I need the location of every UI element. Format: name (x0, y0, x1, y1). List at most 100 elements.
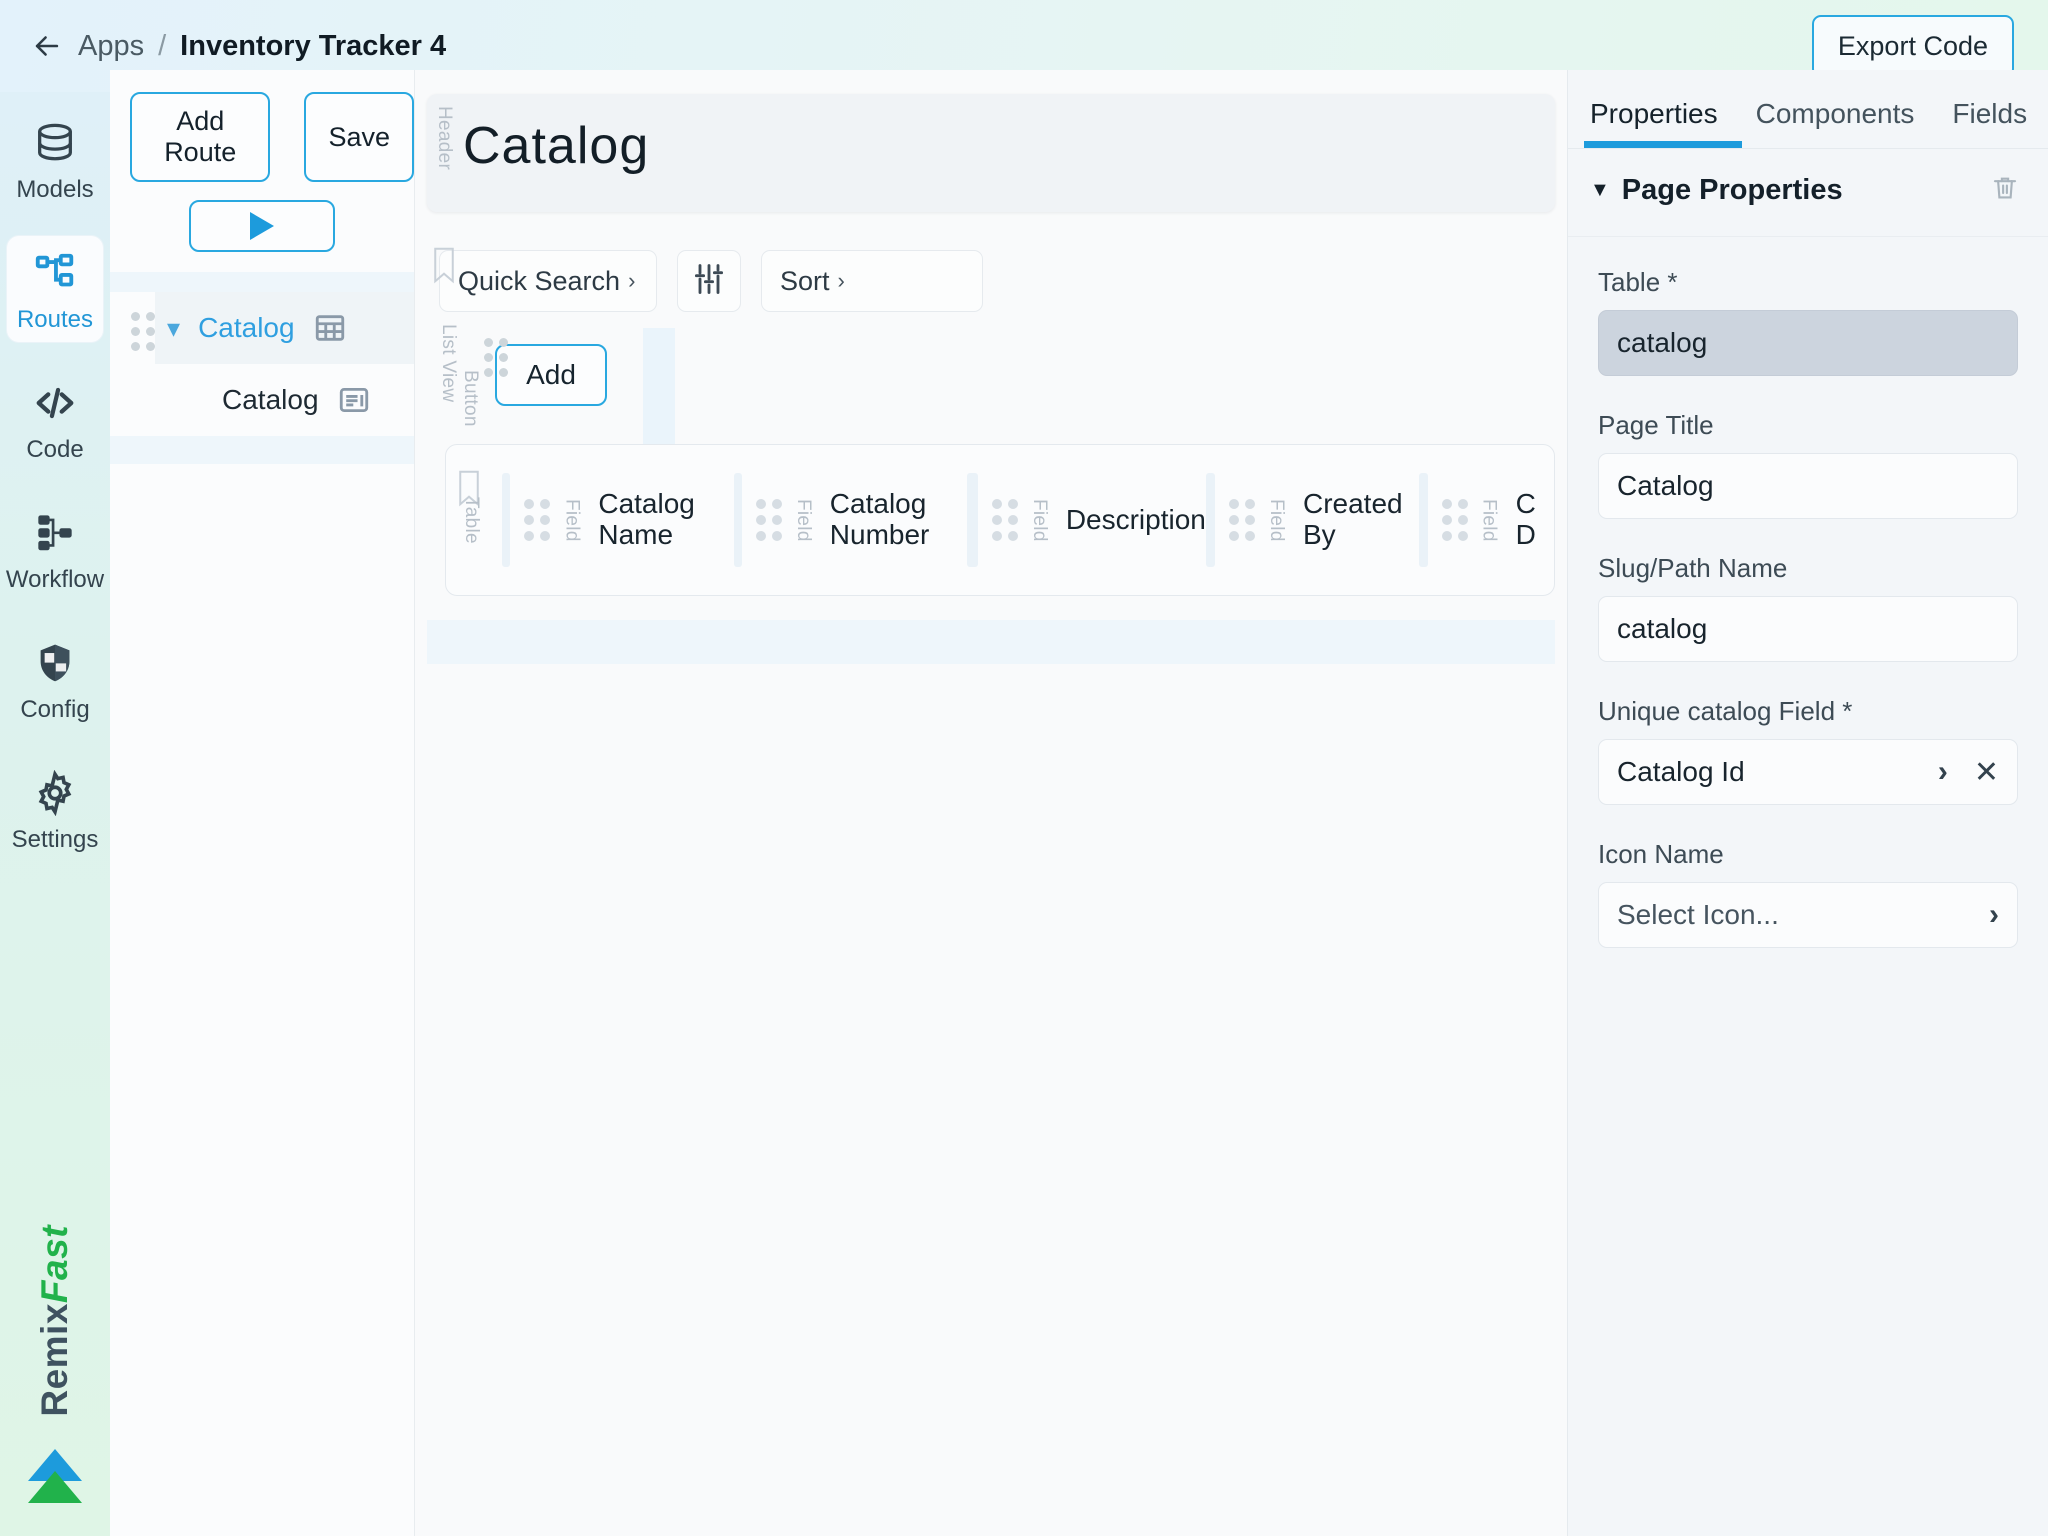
tab-components[interactable]: Components (1756, 98, 1915, 148)
sidebar-item-settings[interactable]: Settings (7, 756, 103, 862)
sitemap-icon (32, 250, 78, 296)
run-preview-button[interactable] (189, 200, 335, 252)
section-title: ▼ Page Properties (1590, 174, 1843, 207)
field-value: catalog (1617, 613, 1708, 644)
unique-field-select[interactable]: Catalog Id › ✕ (1598, 739, 2018, 805)
drag-handle-icon[interactable] (1228, 499, 1255, 541)
export-code-button[interactable]: Export Code (1811, 14, 2014, 78)
sort-label: Sort (780, 265, 830, 296)
sliders-icon (691, 261, 727, 302)
field-label: Icon Name (1598, 839, 1724, 869)
canvas-listview-zone: List View Button Add (415, 318, 1567, 456)
drag-handle-icon[interactable] (1441, 499, 1468, 541)
run-row (110, 182, 414, 252)
close-icon[interactable]: ✕ (1974, 755, 1999, 790)
play-icon (250, 212, 274, 240)
page-canvas: Header Catalog Quick Search › Sort › Lis… (415, 70, 1567, 1536)
column-header-label: Description (1065, 503, 1206, 535)
chevron-right-icon[interactable]: › (1938, 755, 1948, 789)
list-view-icon (337, 383, 371, 417)
table-column[interactable]: Field Catalog Name (502, 445, 734, 595)
table-column[interactable]: Field C D (1418, 445, 1554, 595)
drag-handle-icon[interactable] (120, 312, 165, 351)
workflow-icon (32, 510, 78, 556)
sidebar-item-code[interactable]: Code (7, 366, 103, 472)
zone-label-header: Header (434, 106, 455, 171)
database-icon (32, 120, 78, 166)
drag-handle-icon[interactable] (755, 499, 782, 541)
column-header-label: Created By (1302, 488, 1403, 550)
sidebar-item-models[interactable]: Models (7, 106, 103, 212)
quick-search-wrap: Quick Search › (434, 247, 657, 312)
arrow-left-icon[interactable] (30, 29, 64, 63)
page-title-input[interactable]: Catalog (1598, 453, 2018, 519)
zone-label-list-view: List View (438, 324, 459, 403)
column-header-label: Catalog Number (829, 488, 930, 550)
routes-tree: ▾ Catalog Catalog (110, 292, 414, 464)
slug-path-input[interactable]: catalog (1598, 596, 2018, 662)
field-label: Slug/Path Name (1598, 553, 1788, 583)
zone-label-field: Field (792, 498, 814, 542)
field-icon-name: Icon Name Select Icon... › (1598, 839, 2018, 948)
gear-icon (32, 769, 78, 817)
caret-down-icon[interactable]: ▼ (1590, 179, 1610, 202)
field-label: Table * (1598, 267, 1678, 297)
tab-fields[interactable]: Fields (1952, 98, 2027, 148)
brand-wordmark: RemixFast (34, 1225, 76, 1417)
page-properties-form: Table * catalog Page Title Catalog Slug/… (1568, 237, 2048, 948)
sidebar-item-workflow[interactable]: Workflow (6, 496, 104, 602)
breadcrumb-apps[interactable]: Apps (78, 30, 144, 63)
save-button[interactable]: Save (304, 92, 414, 182)
icon-name-select[interactable]: Select Icon... › (1598, 882, 2018, 948)
sidebar-item-config[interactable]: Config (7, 626, 103, 732)
shield-icon (32, 640, 78, 686)
page-properties-section-header[interactable]: ▼ Page Properties (1568, 148, 2048, 237)
drag-handle-icon[interactable] (524, 499, 551, 541)
route-tree-item-catalog-page[interactable]: ▾ Catalog (155, 292, 414, 364)
canvas-bottom-dropzone[interactable] (427, 620, 1555, 664)
chevron-right-icon[interactable]: › (1989, 898, 1999, 932)
table-select[interactable]: catalog (1598, 310, 2018, 376)
column-divider (1205, 473, 1215, 567)
column-header-label: Catalog Name (598, 488, 695, 550)
column-divider (734, 473, 742, 567)
table-grid-icon (313, 311, 347, 345)
bookmark-icon (429, 244, 459, 291)
field-actions: › ✕ (1938, 755, 1999, 790)
drag-handle-icon[interactable] (473, 338, 518, 377)
routes-tree-dropzone-top (110, 272, 414, 292)
add-route-button[interactable]: Add Route (130, 92, 271, 182)
field-unique-catalog-field: Unique catalog Field * Catalog Id › ✕ (1598, 696, 2018, 805)
canvas-dropzone[interactable] (643, 328, 675, 456)
chevron-right-icon: › (837, 268, 845, 293)
remixfast-logo-icon (24, 1443, 86, 1514)
drag-handle-icon[interactable] (991, 499, 1018, 541)
page-title: Catalog (463, 117, 650, 175)
column-divider (502, 473, 511, 567)
sort-control[interactable]: Sort › (761, 250, 983, 312)
sidebar-item-routes[interactable]: Routes (7, 236, 103, 342)
field-label: Page Title (1598, 410, 1714, 440)
breadcrumb: Apps / Inventory Tracker 4 (30, 29, 446, 63)
table-column[interactable]: Field Catalog Number (734, 445, 966, 595)
section-title-label: Page Properties (1621, 174, 1843, 206)
active-tab-indicator (1584, 141, 1742, 148)
trash-icon[interactable] (1990, 171, 2020, 210)
quick-search-input[interactable]: Quick Search › (439, 250, 657, 312)
route-tree-item-catalog-list[interactable]: Catalog (110, 364, 414, 436)
zone-label-field: Field (1265, 498, 1287, 542)
properties-tabs: Properties Components Fields (1568, 70, 2048, 148)
brand-remix: Remix (34, 1303, 75, 1417)
filter-button[interactable] (677, 250, 741, 312)
table-column[interactable]: Field Description (966, 445, 1206, 595)
table-columns: Field Catalog Name Field Catalog Number … (502, 445, 1554, 595)
canvas-table-block[interactable]: Table Field Catalog Name Field Catalog N… (445, 444, 1555, 596)
table-column[interactable]: Field Created By (1205, 445, 1419, 595)
breadcrumb-separator: / (158, 29, 167, 62)
canvas-header-block[interactable]: Header Catalog (427, 94, 1555, 212)
column-divider (1418, 473, 1428, 567)
field-value: Select Icon... (1617, 899, 1779, 930)
column-header-label: C D (1515, 488, 1536, 550)
field-table: Table * catalog (1598, 267, 2018, 376)
canvas-toolbar: Quick Search › Sort › (415, 212, 1567, 312)
